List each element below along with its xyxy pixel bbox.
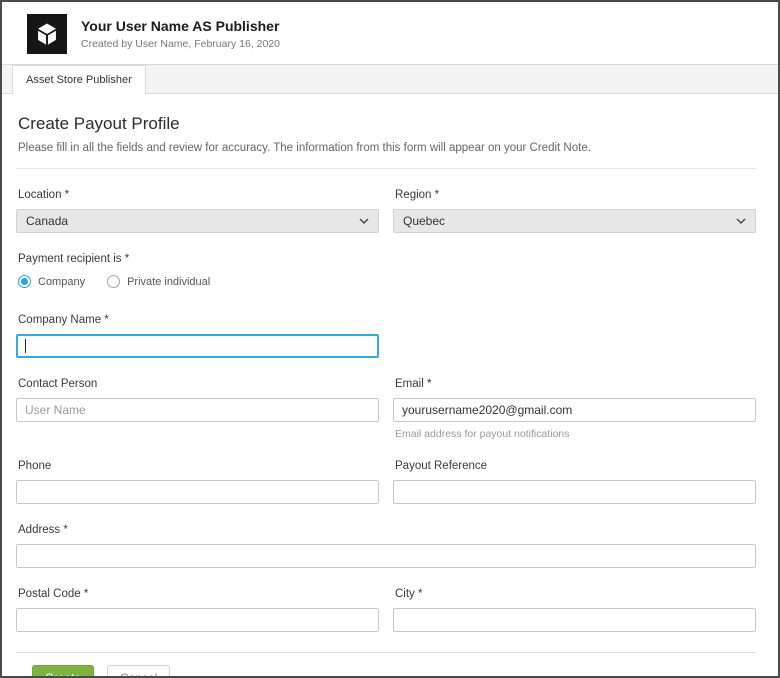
field-address: Address * xyxy=(16,524,756,568)
field-contact-person: Contact Person xyxy=(16,378,379,422)
header-text: Your User Name AS Publisher Created by U… xyxy=(81,18,280,50)
phone-label: Phone xyxy=(18,460,379,472)
city-input[interactable] xyxy=(393,608,756,632)
row-company-name: Company Name * xyxy=(16,314,756,358)
chevron-down-icon xyxy=(736,218,746,224)
contact-person-input[interactable] xyxy=(16,398,379,422)
page-title: Create Payout Profile xyxy=(18,114,756,134)
publisher-page: Your User Name AS Publisher Created by U… xyxy=(0,0,780,678)
company-name-input[interactable] xyxy=(16,334,379,358)
location-selected-value: Canada xyxy=(26,214,68,228)
form-actions: Create Cancel xyxy=(2,653,778,678)
company-name-label: Company Name * xyxy=(18,314,379,326)
email-label: Email * xyxy=(395,378,756,390)
address-label: Address * xyxy=(18,524,756,536)
field-region: Region * Quebec xyxy=(393,189,756,233)
location-select[interactable]: Canada xyxy=(16,209,379,233)
postal-code-label: Postal Code * xyxy=(18,588,379,600)
radio-company-control[interactable] xyxy=(18,275,31,288)
city-label: City * xyxy=(395,588,756,600)
radio-company-label: Company xyxy=(38,276,85,288)
text-caret xyxy=(25,339,26,353)
row-postal-city: Postal Code * City * xyxy=(16,588,756,632)
main-content: Create Payout Profile Please fill in all… xyxy=(2,94,778,632)
chevron-down-icon xyxy=(359,218,369,224)
tab-asset-store-publisher[interactable]: Asset Store Publisher xyxy=(12,65,146,94)
publisher-title: Your User Name AS Publisher xyxy=(81,18,280,34)
field-location: Location * Canada xyxy=(16,189,379,233)
field-postal-code: Postal Code * xyxy=(16,588,379,632)
address-input[interactable] xyxy=(16,544,756,568)
email-input[interactable] xyxy=(393,398,756,422)
create-button[interactable]: Create xyxy=(32,665,94,678)
page-header: Your User Name AS Publisher Created by U… xyxy=(2,2,778,64)
field-phone: Phone xyxy=(16,460,379,504)
contact-person-label: Contact Person xyxy=(18,378,379,390)
location-label: Location * xyxy=(18,189,379,201)
row-phone-reference: Phone Payout Reference xyxy=(16,460,756,504)
payout-profile-form: Location * Canada Region * Quebec Payme xyxy=(16,169,756,632)
row-location-region: Location * Canada Region * Quebec xyxy=(16,189,756,233)
radio-private-individual[interactable]: Private individual xyxy=(107,275,210,288)
region-selected-value: Quebec xyxy=(403,214,445,228)
field-company-name: Company Name * xyxy=(16,314,379,358)
payout-reference-input[interactable] xyxy=(393,480,756,504)
payout-reference-label: Payout Reference xyxy=(395,460,756,472)
unity-logo xyxy=(27,14,67,54)
tab-bar: Asset Store Publisher xyxy=(2,64,778,94)
recipient-radio-group: Company Private individual xyxy=(18,275,756,288)
radio-private-individual-label: Private individual xyxy=(127,276,210,288)
row-contact-email: Contact Person Email * Email address for… xyxy=(16,378,756,440)
region-select[interactable]: Quebec xyxy=(393,209,756,233)
field-city: City * xyxy=(393,588,756,632)
email-helper-text: Email address for payout notifications xyxy=(395,428,756,440)
field-payment-recipient: Payment recipient is * Company Private i… xyxy=(16,253,756,288)
postal-code-input[interactable] xyxy=(16,608,379,632)
phone-input[interactable] xyxy=(16,480,379,504)
page-description: Please fill in all the fields and review… xyxy=(18,142,756,154)
radio-company[interactable]: Company xyxy=(18,275,85,288)
publisher-subtitle: Created by User Name, February 16, 2020 xyxy=(81,38,280,50)
row-address: Address * xyxy=(16,524,756,568)
region-label: Region * xyxy=(395,189,756,201)
payment-recipient-label: Payment recipient is * xyxy=(18,253,756,265)
field-email: Email * Email address for payout notific… xyxy=(393,378,756,440)
radio-private-individual-control[interactable] xyxy=(107,275,120,288)
cancel-button[interactable]: Cancel xyxy=(107,665,170,678)
field-payout-reference: Payout Reference xyxy=(393,460,756,504)
